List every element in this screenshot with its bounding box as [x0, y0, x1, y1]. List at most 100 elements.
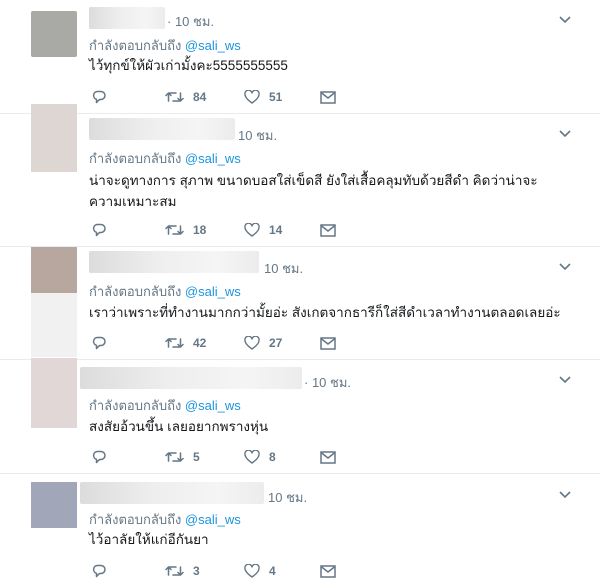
tweet[interactable]: 10 ชม. กำลังตอบกลับถึง @sali_ws ไว้อาลัย… [0, 474, 600, 585]
direct-message-button[interactable] [320, 333, 336, 353]
like-button[interactable]: 51 [244, 87, 282, 107]
tweet-timestamp[interactable]: · 10 ชม. [304, 372, 351, 393]
mention-link[interactable]: @sali_ws [185, 284, 241, 299]
tweet[interactable]: · 10 ชม. กำลังตอบกลับถึง @sali_ws สงสัยอ… [0, 358, 600, 474]
chevron-down-icon[interactable] [558, 15, 572, 25]
retweet-button[interactable]: 84 [165, 87, 206, 107]
blurred-username [80, 367, 302, 389]
retweet-count: 5 [193, 450, 200, 464]
like-icon [244, 564, 260, 578]
reply-button[interactable] [92, 561, 106, 581]
replying-to: กำลังตอบกลับถึง @sali_ws [89, 148, 241, 169]
like-count: 27 [269, 336, 283, 350]
tweet-actions: 3 4 [92, 561, 352, 581]
like-icon [244, 223, 260, 237]
tweet-timestamp[interactable]: 10 ชม. [268, 487, 307, 508]
avatar[interactable] [31, 11, 77, 57]
tweet[interactable]: 10 ชม. กำลังตอบกลับถึง @sali_ws เราว่าเพ… [0, 247, 600, 360]
direct-message-icon [320, 564, 336, 578]
direct-message-icon [320, 90, 336, 104]
tweet-text: ไว้อาลัยให้แก่อีกันยา [89, 532, 209, 547]
avatar[interactable] [31, 104, 77, 172]
retweet-icon [165, 566, 184, 576]
tweet-actions: 18 14 [92, 220, 352, 240]
avatar[interactable] [31, 247, 77, 293]
tweet-text: สงสัยอ้วนขึ้น เลยอยากพรางหุ่น [89, 419, 269, 434]
reply-timeline: · 10 ชม. กำลังตอบกลับถึง @sali_ws ไว้ทุก… [0, 0, 600, 585]
like-count: 8 [269, 450, 276, 464]
direct-message-button[interactable] [320, 220, 336, 240]
reply-button[interactable] [92, 333, 106, 353]
mention-link[interactable]: @sali_ws [185, 38, 241, 53]
retweet-count: 42 [193, 336, 207, 350]
retweet-button[interactable]: 5 [165, 447, 200, 467]
like-button[interactable]: 14 [244, 220, 282, 240]
replying-to: กำลังตอบกลับถึง @sali_ws [89, 281, 241, 302]
direct-message-button[interactable] [320, 447, 336, 467]
chevron-down-icon[interactable] [558, 490, 572, 500]
blurred-username [89, 251, 259, 273]
retweet-count: 84 [193, 90, 207, 104]
tweet-actions: 84 51 [92, 87, 352, 107]
chevron-down-icon[interactable] [558, 262, 572, 272]
mention-link[interactable]: @sali_ws [185, 398, 241, 413]
tweet-timestamp[interactable]: 10 ชม. [264, 258, 303, 279]
retweet-icon [165, 338, 184, 348]
retweet-count: 3 [193, 564, 200, 578]
tweet-text: น่าจะดูทางการ สุภาพ ขนาดบอสใส่เข็ดสี ยัง… [89, 173, 538, 209]
replying-to-label: กำลังตอบกลับถึง [89, 284, 182, 299]
replying-to: กำลังตอบกลับถึง @sali_ws [89, 509, 241, 530]
direct-message-icon [320, 336, 336, 350]
tweet[interactable]: · 10 ชม. กำลังตอบกลับถึง @sali_ws ไว้ทุก… [0, 0, 600, 114]
chevron-down-icon[interactable] [558, 375, 572, 385]
tweet[interactable]: 10 ชม. กำลังตอบกลับถึง @sali_ws น่าจะดูท… [0, 104, 600, 247]
replying-to-label: กำลังตอบกลับถึง [89, 512, 182, 527]
like-button[interactable]: 8 [244, 447, 276, 467]
like-count: 14 [269, 223, 283, 237]
direct-message-button[interactable] [320, 561, 336, 581]
replying-to-label: กำลังตอบกลับถึง [89, 151, 182, 166]
reply-button[interactable] [92, 87, 106, 107]
retweet-button[interactable]: 18 [165, 220, 206, 240]
reply-icon [92, 450, 106, 464]
like-button[interactable]: 4 [244, 561, 276, 581]
retweet-icon [165, 92, 184, 102]
tweet-timestamp[interactable]: · 10 ชม. [167, 11, 214, 32]
reply-button[interactable] [92, 447, 106, 467]
replying-to-label: กำลังตอบกลับถึง [89, 38, 182, 53]
blurred-username [80, 482, 264, 504]
avatar-lower [31, 293, 77, 357]
like-icon [244, 90, 260, 104]
chevron-down-icon[interactable] [558, 129, 572, 139]
direct-message-button[interactable] [320, 87, 336, 107]
tweet-actions: 5 8 [92, 447, 352, 467]
like-button[interactable]: 27 [244, 333, 282, 353]
reply-icon [92, 336, 106, 350]
reply-icon [92, 223, 106, 237]
tweet-timestamp[interactable]: 10 ชม. [238, 125, 277, 146]
tweet-text: เราว่าเพราะที่ทำงานมากกว่ามั้ยอ่ะ สังเกต… [89, 305, 561, 320]
replying-to: กำลังตอบกลับถึง @sali_ws [89, 395, 241, 416]
reply-button[interactable] [92, 220, 106, 240]
retweet-button[interactable]: 3 [165, 561, 200, 581]
tweet-actions: 42 27 [92, 333, 352, 353]
avatar[interactable] [31, 358, 77, 428]
reply-icon [92, 564, 106, 578]
blurred-username [89, 118, 235, 140]
retweet-icon [165, 452, 184, 462]
like-count: 4 [269, 564, 276, 578]
retweet-icon [165, 225, 184, 235]
like-icon [244, 450, 260, 464]
retweet-button[interactable]: 42 [165, 333, 206, 353]
mention-link[interactable]: @sali_ws [185, 151, 241, 166]
blurred-username [89, 7, 165, 29]
replying-to-label: กำลังตอบกลับถึง [89, 398, 182, 413]
like-count: 51 [269, 90, 283, 104]
mention-link[interactable]: @sali_ws [185, 512, 241, 527]
retweet-count: 18 [193, 223, 207, 237]
replying-to: กำลังตอบกลับถึง @sali_ws [89, 35, 241, 56]
direct-message-icon [320, 223, 336, 237]
like-icon [244, 336, 260, 350]
avatar[interactable] [31, 482, 77, 528]
reply-icon [92, 90, 106, 104]
